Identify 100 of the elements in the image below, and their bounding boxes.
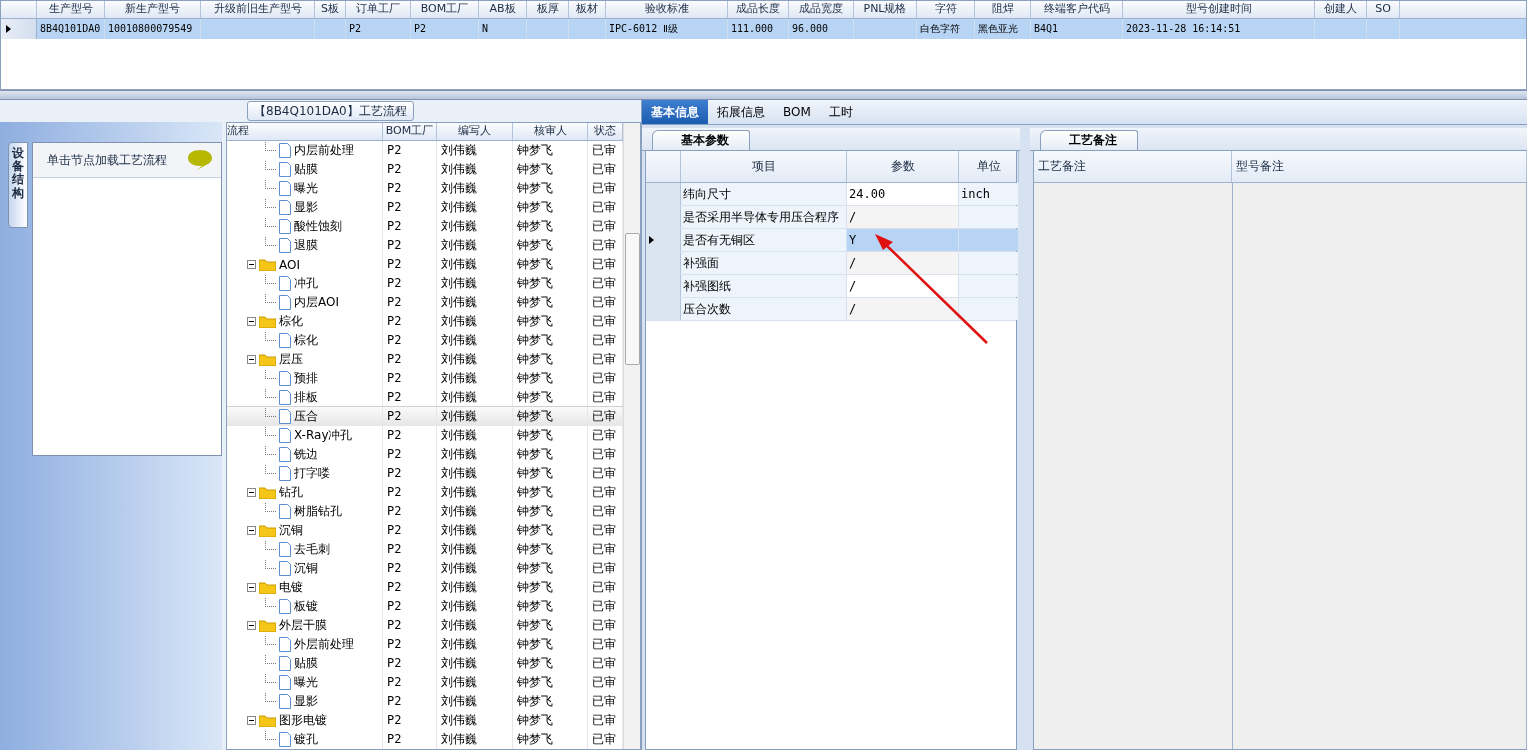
column-header[interactable]: 生产型号: [37, 1, 105, 18]
folder-icon: [259, 581, 276, 594]
column-header[interactable]: 订单工厂: [346, 1, 411, 18]
column-header[interactable]: 板材: [569, 1, 606, 18]
table-cell: /: [847, 298, 959, 320]
speech-bubble-icon: [187, 149, 213, 171]
document-icon: [279, 637, 291, 652]
row-header-cell[interactable]: [646, 183, 681, 205]
column-header[interactable]: 新生产型号: [105, 1, 201, 18]
node-label: 压合: [294, 408, 318, 425]
folder-icon: [259, 714, 276, 727]
node-label: 内层前处理: [294, 142, 354, 159]
tab[interactable]: BOM: [774, 100, 820, 124]
node-label: 沉铜: [294, 560, 318, 577]
grid-row[interactable]: 是否有无铜区 Y: [646, 229, 1016, 252]
grid-row[interactable]: 是否采用半导体专用压合程序 /: [646, 206, 1016, 229]
collapse-icon[interactable]: [247, 355, 256, 364]
folder-icon: [259, 258, 276, 271]
collapse-icon[interactable]: [247, 260, 256, 269]
column-header[interactable]: 创建人: [1315, 1, 1367, 18]
node-label: 外层前处理: [294, 636, 354, 653]
table-cell: 24.00: [847, 183, 959, 205]
column-header[interactable]: 编写人: [437, 123, 513, 140]
collapse-icon[interactable]: [247, 317, 256, 326]
column-header[interactable]: 参数: [847, 151, 959, 182]
column-header[interactable]: 成品长度: [728, 1, 789, 18]
column-header[interactable]: SO: [1367, 1, 1400, 18]
column-header[interactable]: BOM工厂: [383, 123, 437, 140]
row-header-cell[interactable]: [646, 229, 681, 251]
document-icon: [279, 333, 291, 348]
column-header[interactable]: 核审人: [513, 123, 588, 140]
tab[interactable]: 基本信息: [642, 100, 708, 124]
scrollbar[interactable]: [623, 123, 640, 749]
column-header[interactable]: 验收标准: [606, 1, 728, 18]
node-label: 棕化: [294, 332, 318, 349]
panel-tab[interactable]: 基本参数: [652, 130, 750, 150]
row-header-cell[interactable]: [646, 275, 681, 297]
table-cell: N: [479, 19, 527, 39]
collapse-icon[interactable]: [247, 583, 256, 592]
document-icon: [279, 504, 291, 519]
column-header[interactable]: PNL规格: [854, 1, 917, 18]
collapse-icon[interactable]: [247, 716, 256, 725]
column-header[interactable]: 工艺备注: [1034, 151, 1232, 182]
collapse-icon[interactable]: [247, 526, 256, 535]
document-icon: [279, 390, 291, 405]
column-header[interactable]: 流程: [227, 123, 383, 140]
document-icon: [279, 143, 291, 158]
document-icon: [279, 675, 291, 690]
document-icon: [279, 295, 291, 310]
collapse-icon[interactable]: [247, 488, 256, 497]
folder-icon: [259, 315, 276, 328]
column-header[interactable]: BOM工厂: [411, 1, 479, 18]
column-header[interactable]: 阻焊: [975, 1, 1031, 18]
document-icon: [279, 466, 291, 481]
document-icon: [279, 181, 291, 196]
grid-row[interactable]: 压合次数 /: [646, 298, 1016, 321]
tree-row[interactable]: 压合 P2 刘伟巍 钟梦飞 已审: [227, 407, 623, 426]
node-label: 镀孔: [294, 731, 318, 748]
folder-icon: [259, 353, 276, 366]
table-cell: 补强面: [681, 252, 847, 274]
node-label: 贴膜: [294, 655, 318, 672]
row-header-cell[interactable]: [646, 298, 681, 320]
row-header-cell[interactable]: [646, 206, 681, 228]
node-label: 树脂钻孔: [294, 503, 342, 520]
table-cell: 钟梦飞: [513, 730, 588, 749]
document-icon: [279, 656, 291, 671]
node-label: 显影: [294, 199, 318, 216]
panel-tab[interactable]: 工艺备注: [1040, 130, 1138, 150]
column-header[interactable]: 板厚: [527, 1, 569, 18]
collapse-icon[interactable]: [247, 621, 256, 630]
column-header[interactable]: 终端客户代码: [1031, 1, 1123, 18]
column-header[interactable]: S板: [315, 1, 346, 18]
table-cell: 8B4Q101DA0: [37, 19, 105, 39]
document-icon: [279, 542, 291, 557]
column-header[interactable]: 单位: [959, 151, 1019, 182]
column-header[interactable]: 字符: [917, 1, 975, 18]
column-header[interactable]: 项目: [681, 151, 847, 182]
document-icon: [279, 694, 291, 709]
table-cell: P2: [411, 19, 479, 39]
column-header[interactable]: AB板: [479, 1, 527, 18]
folder-icon: [259, 486, 276, 499]
grid-row[interactable]: 8B4Q101DA0 10010800079549 P2 P2 N IPC-6012 Ⅱ级 111.000 96.000 白色字符 黑色亚光 B4Q1 2023-11-28 16:14:51: [1, 19, 1526, 39]
table-cell: 白色字符: [917, 19, 975, 39]
node-label: 曝光: [294, 180, 318, 197]
grid-row[interactable]: 补强图纸 /: [646, 275, 1016, 298]
document-icon: [279, 409, 291, 424]
column-header[interactable]: 成品宽度: [789, 1, 854, 18]
node-label: 铣边: [294, 446, 318, 463]
table-cell: P2: [346, 19, 411, 39]
node-label: 退膜: [294, 237, 318, 254]
tab[interactable]: 拓展信息: [708, 100, 774, 124]
column-header[interactable]: 升级前旧生产型号: [201, 1, 315, 18]
tab[interactable]: 工时: [819, 100, 862, 124]
column-header[interactable]: 型号创建时间: [1123, 1, 1315, 18]
column-header[interactable]: 型号备注: [1232, 151, 1527, 182]
vertical-tab[interactable]: 设备结构: [8, 142, 28, 228]
row-header-cell[interactable]: [646, 252, 681, 274]
grid-row[interactable]: 纬向尺寸 24.00 inch: [646, 183, 1016, 206]
grid-row[interactable]: 补强面 /: [646, 252, 1016, 275]
table-cell: inch: [959, 183, 1019, 205]
